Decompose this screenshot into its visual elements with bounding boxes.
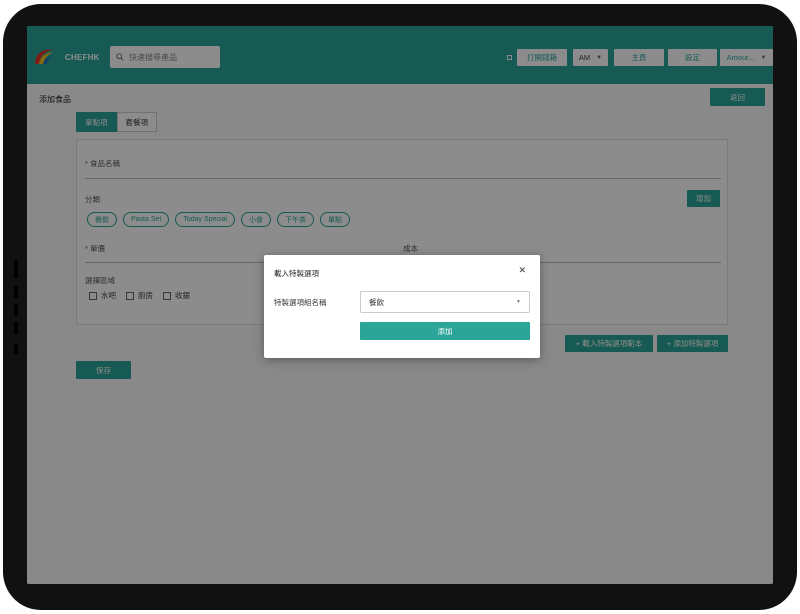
load-custom-option-dialog: 載入特製選項 ✕ 特製選項組名稱 餐飲 ▼ 添加 bbox=[264, 255, 540, 358]
close-icon[interactable]: ✕ bbox=[518, 266, 526, 276]
device-button bbox=[14, 286, 18, 298]
device-button bbox=[14, 260, 18, 278]
option-group-select[interactable]: 餐飲 ▼ bbox=[360, 291, 530, 313]
dialog-add-button[interactable]: 添加 bbox=[360, 322, 530, 340]
device-button bbox=[14, 304, 18, 316]
device-button bbox=[14, 344, 18, 354]
selected-option-group: 餐飲 bbox=[369, 297, 384, 307]
chevron-down-icon: ▼ bbox=[516, 299, 521, 305]
option-group-label: 特製選項組名稱 bbox=[274, 298, 327, 307]
dialog-title: 載入特製選項 bbox=[274, 269, 319, 278]
app-screen: CHEFHK 打開錢箱 AM▼ 主頁 設定 Amour...▼ 添加食品 返回 … bbox=[27, 26, 773, 584]
device-button bbox=[14, 322, 18, 334]
